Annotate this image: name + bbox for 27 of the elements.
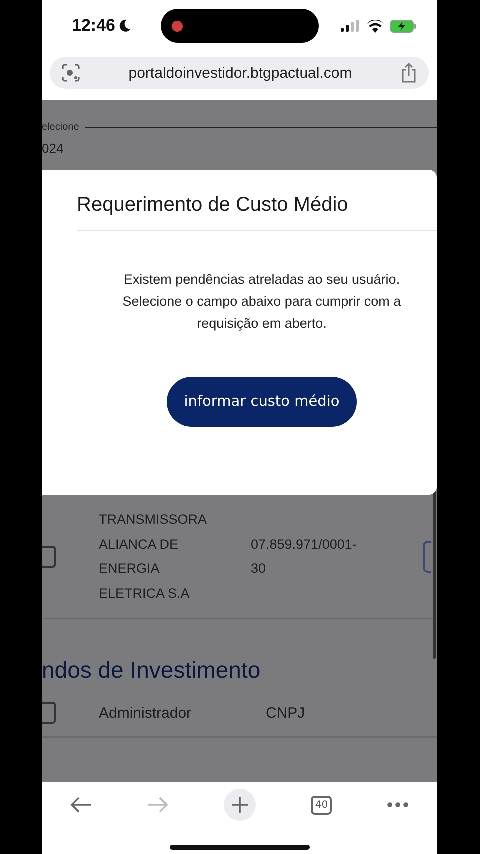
modal-title: Requerimento de Custo Médio: [77, 194, 348, 217]
checkbox[interactable]: [42, 546, 56, 568]
recording-dot-icon: [172, 20, 183, 32]
action-button[interactable]: [423, 541, 431, 573]
column-header: Administrador: [99, 704, 193, 722]
wifi-icon: [366, 20, 384, 32]
battery-charging-icon: [390, 20, 417, 32]
address-bar[interactable]: portaldoinvestidor.btgpactual.com: [50, 57, 429, 89]
moon-icon: [118, 19, 132, 33]
lens-icon[interactable]: [62, 64, 80, 82]
more-icon[interactable]: [387, 802, 410, 808]
status-time: 12:46: [72, 16, 116, 36]
checkbox[interactable]: [42, 702, 56, 724]
signal-icon: [340, 20, 361, 32]
field-value[interactable]: 024: [42, 141, 64, 156]
modal-message: Existem pendências atreladas ao seu usuário. Selecione o campo abaixo para cumprir com a requisição em aberto.: [122, 271, 402, 333]
section-title: ndos de Investimento: [42, 657, 262, 684]
new-tab-icon[interactable]: [224, 789, 256, 821]
column-header: CNPJ: [266, 704, 306, 722]
inform-cost-button[interactable]: informar custo médio: [167, 377, 357, 427]
url-text: portaldoinvestidor.btgpactual.com: [128, 64, 352, 82]
share-icon[interactable]: [400, 63, 417, 83]
cnpj-value: 07.859.971/0001-30: [251, 536, 358, 578]
field-label: elecione: [42, 122, 80, 133]
tab-count[interactable]: 40: [311, 796, 332, 814]
company-name: TRANSMISSORA ALIANCA DE ENERGIA ELETRICA S.A: [99, 511, 208, 602]
back-icon[interactable]: [70, 796, 92, 814]
